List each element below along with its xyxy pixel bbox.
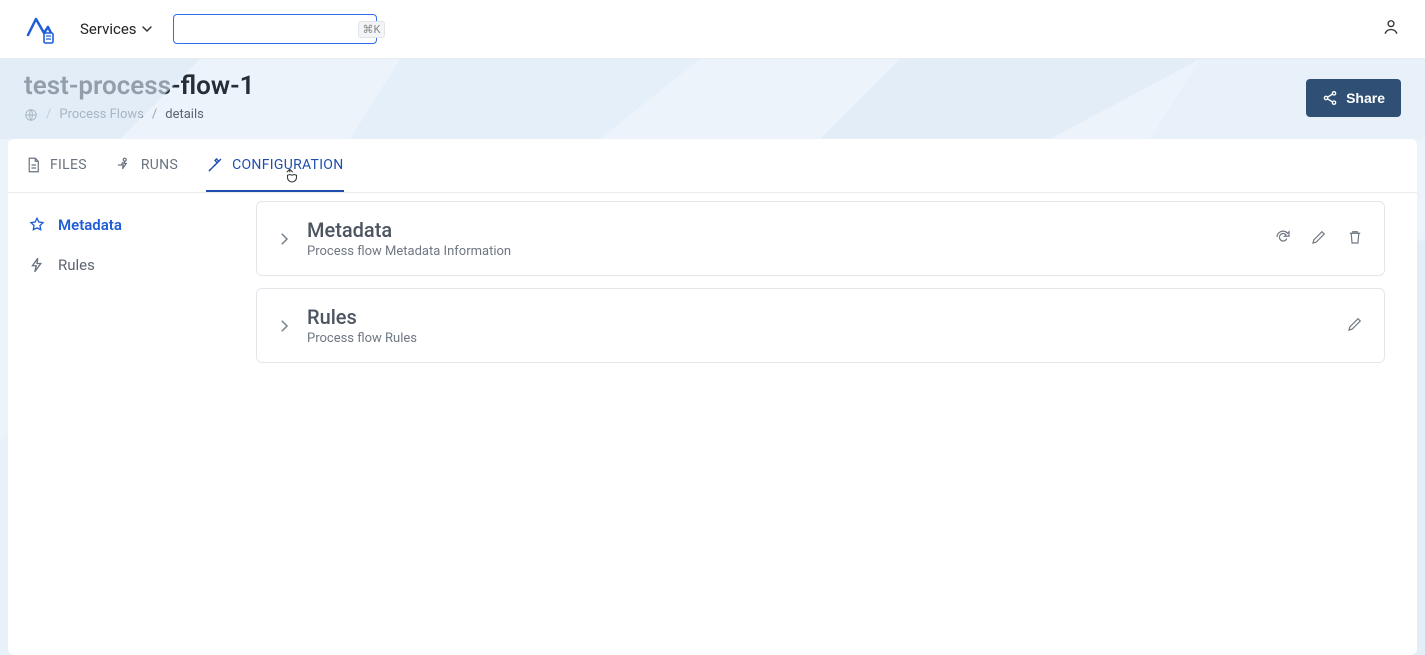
breadcrumb: / Process Flows / details [24, 107, 1401, 122]
search-shortcut: ⌘K [358, 21, 386, 38]
file-icon [24, 156, 42, 174]
pencil-icon [1346, 315, 1364, 333]
panel-rules-sub: Process flow Rules [307, 331, 1330, 346]
edit-metadata-button[interactable] [1308, 226, 1330, 251]
expand-metadata[interactable] [275, 230, 293, 248]
tools-icon [206, 156, 224, 174]
tab-runs-label: RUNS [141, 157, 178, 173]
refresh-metadata-button[interactable] [1272, 226, 1294, 251]
edit-rules-button[interactable] [1344, 313, 1366, 338]
tab-runs[interactable]: RUNS [115, 139, 178, 192]
content-wrap: FILES RUNS CONFIGURATION Metadata Rul [0, 139, 1425, 655]
breadcrumb-sep: / [152, 107, 157, 122]
sidenav-rules[interactable]: Rules [16, 245, 240, 285]
services-dropdown[interactable]: Services [80, 20, 153, 38]
top-nav: Services ⌘K [0, 0, 1425, 59]
content-card: FILES RUNS CONFIGURATION Metadata Rul [8, 139, 1417, 655]
trash-icon [1346, 228, 1364, 246]
breadcrumb-sep: / [46, 107, 51, 122]
tab-files[interactable]: FILES [24, 139, 87, 192]
pencil-icon [1310, 228, 1328, 246]
services-label: Services [80, 20, 137, 38]
panel-metadata-title: Metadata [307, 218, 1258, 242]
runs-icon [115, 156, 133, 174]
globe-icon[interactable] [24, 108, 38, 122]
search-input[interactable] [182, 22, 358, 37]
star-icon [28, 216, 46, 234]
chevron-down-icon [141, 23, 153, 35]
sidenav-metadata-label: Metadata [58, 216, 122, 234]
tab-configuration[interactable]: CONFIGURATION [206, 139, 343, 192]
page-header: test-process-flow-1 / Process Flows / de… [0, 59, 1425, 139]
sidenav-metadata[interactable]: Metadata [16, 205, 240, 245]
share-button[interactable]: Share [1306, 79, 1401, 117]
expand-rules[interactable] [275, 317, 293, 335]
config-main: Metadata Process flow Metadata Informati… [248, 193, 1417, 655]
share-icon [1322, 90, 1338, 106]
main-scroll[interactable]: Metadata Process flow Metadata Informati… [256, 201, 1393, 647]
config-sidenav: Metadata Rules [8, 193, 248, 655]
sidenav-rules-label: Rules [58, 256, 95, 274]
tab-configuration-label: CONFIGURATION [232, 157, 343, 173]
tab-files-label: FILES [50, 157, 87, 173]
bolt-icon [28, 256, 46, 274]
page-title: test-process-flow-1 [24, 71, 1401, 101]
breadcrumb-process-flows[interactable]: Process Flows [59, 107, 143, 122]
global-search[interactable]: ⌘K [173, 14, 377, 44]
panel-rules-title: Rules [307, 305, 1330, 329]
scroll-spacer [256, 375, 1385, 647]
tabs: FILES RUNS CONFIGURATION [8, 139, 1417, 193]
refresh-icon [1274, 228, 1292, 246]
app-logo[interactable] [24, 13, 56, 45]
user-icon[interactable] [1381, 17, 1401, 37]
panel-rules: Rules Process flow Rules [256, 288, 1385, 363]
panel-metadata-sub: Process flow Metadata Information [307, 244, 1258, 259]
panel-metadata: Metadata Process flow Metadata Informati… [256, 201, 1385, 276]
breadcrumb-details: details [165, 107, 204, 122]
delete-metadata-button[interactable] [1344, 226, 1366, 251]
share-label: Share [1346, 90, 1385, 106]
